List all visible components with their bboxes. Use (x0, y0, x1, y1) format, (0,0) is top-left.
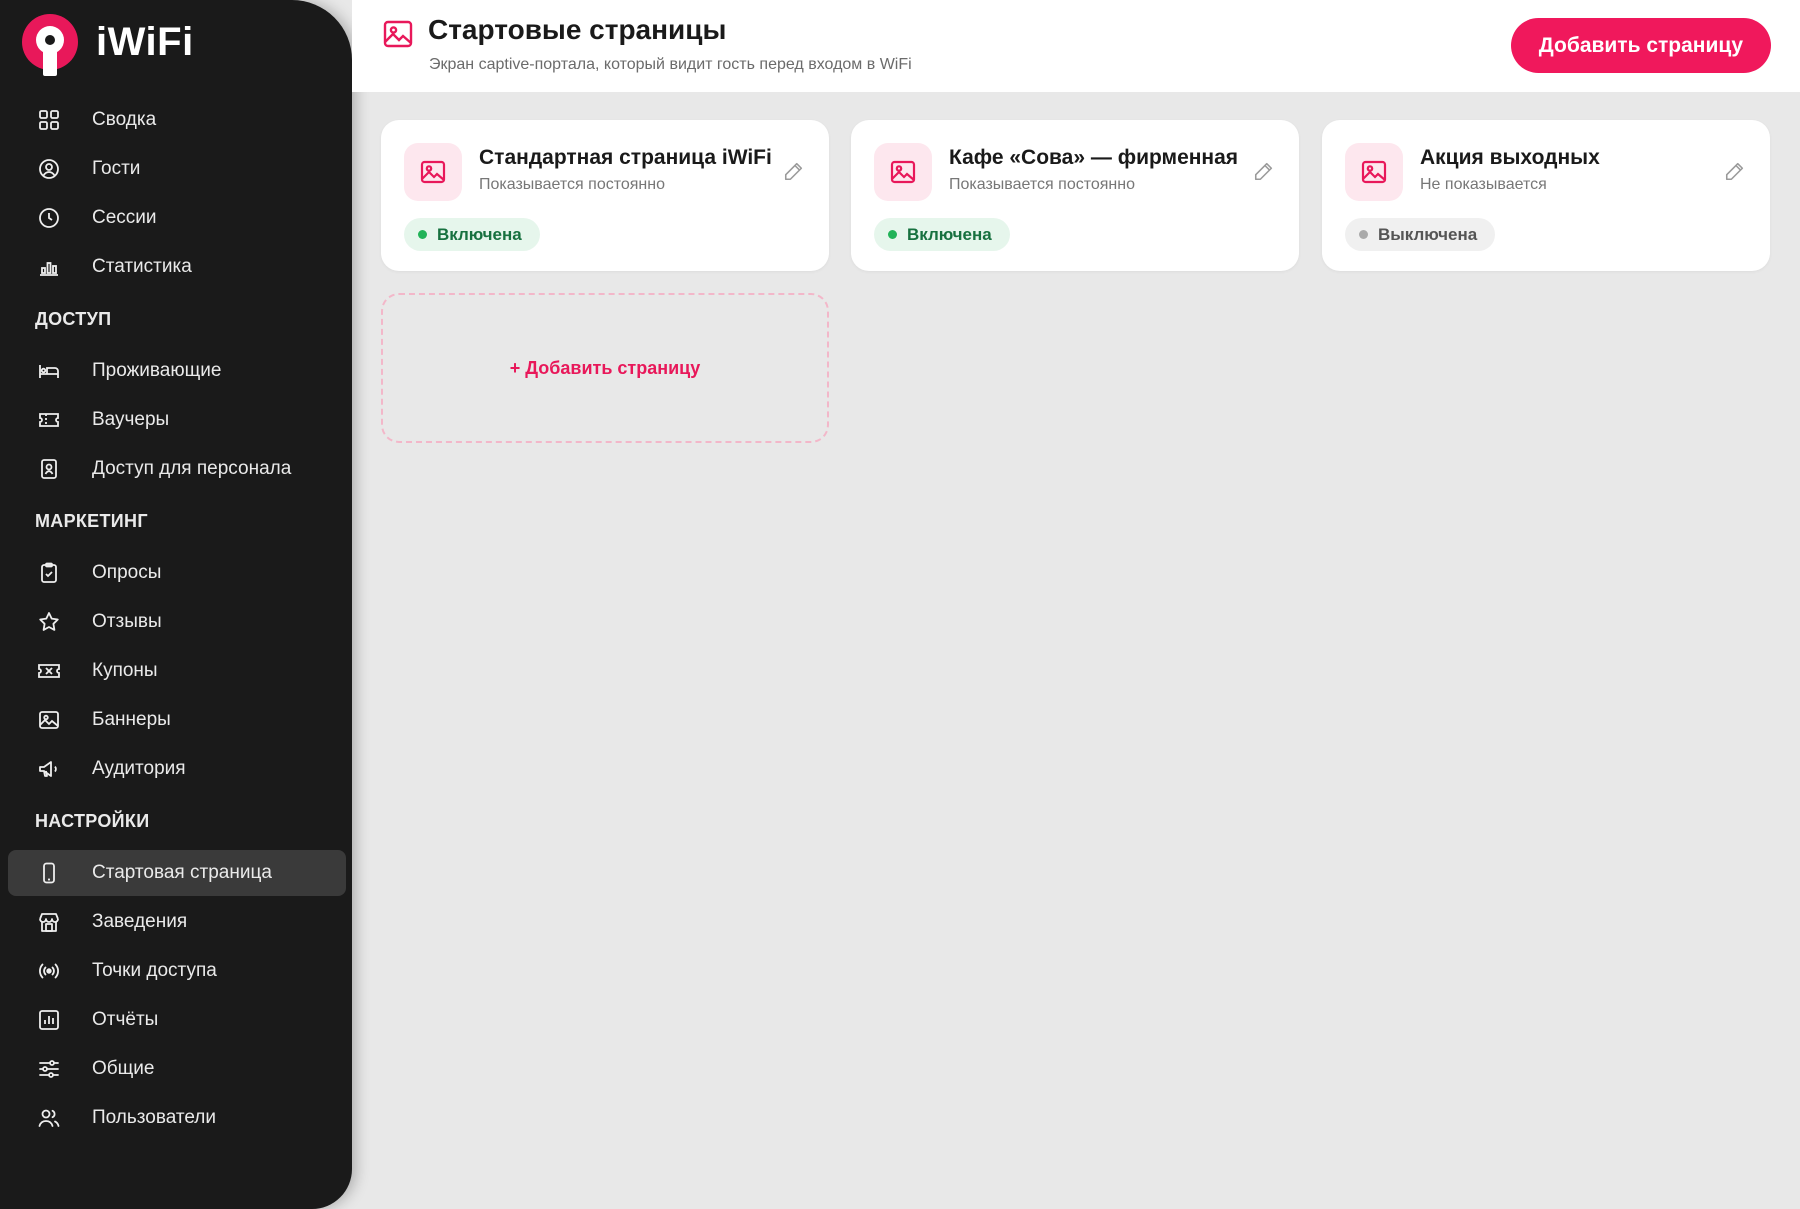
start-page-card[interactable]: Акция выходных Не показывается Выключена (1322, 120, 1770, 271)
broadcast-icon (36, 958, 62, 984)
sidebar-item-label: Доступ для персонала (92, 458, 292, 479)
sidebar-item-coupons[interactable]: Купоны (8, 648, 346, 694)
sidebar-item-vouchers[interactable]: Ваучеры (8, 397, 346, 443)
status-label: Выключена (1378, 224, 1478, 244)
users-icon (36, 1105, 62, 1131)
sidebar-item-surveys[interactable]: Опросы (8, 550, 346, 596)
image-icon (404, 143, 462, 201)
sidebar-item-banners[interactable]: Баннеры (8, 697, 346, 743)
status-dot (888, 230, 897, 239)
sidebar-item-label: Статистика (92, 256, 192, 277)
status-badge: Включена (874, 218, 1010, 251)
sidebar-item-reviews[interactable]: Отзывы (8, 599, 346, 645)
card-title: Кафе «Сова» — фирменная (949, 146, 1239, 169)
sidebar-item-summary[interactable]: Сводка (8, 97, 346, 143)
card-description: Показывается постоянно (479, 176, 665, 193)
section-title-marketing: МАРКЕТИНГ (35, 510, 148, 531)
sidebar-nav: Сводка Гости Сессии Статистика ДОСТУП Пр… (0, 94, 352, 1144)
logo-text: iWiFi (96, 19, 194, 64)
sidebar-item-label: Отчёты (92, 1009, 159, 1030)
sidebar-item-label: Точки доступа (92, 960, 217, 981)
sidebar-item-reports[interactable]: Отчёты (8, 997, 346, 1043)
sidebar-item-staff-access[interactable]: Доступ для персонала (8, 446, 346, 492)
status-label: Включена (437, 224, 522, 244)
sidebar-item-label: Общие (92, 1058, 155, 1079)
status-dot (418, 230, 427, 239)
pencil-icon[interactable] (1724, 160, 1746, 182)
badge-icon (36, 456, 62, 482)
pencil-icon[interactable] (783, 160, 805, 182)
sidebar-item-label: Отзывы (92, 611, 162, 632)
sidebar-item-label: Ваучеры (92, 409, 170, 430)
logo[interactable]: iWiFi (22, 14, 194, 76)
bar-chart-icon (36, 254, 62, 280)
sidebar-item-start-page[interactable]: Стартовая страница (8, 850, 346, 896)
sidebar: iWiFi Сводка Гости Сессии Статистика ДОС… (0, 0, 352, 1209)
sidebar-item-label: Заведения (92, 911, 188, 932)
sidebar-item-label: Аудитория (92, 758, 186, 779)
start-page-card[interactable]: Стандартная страница iWiFi Показывается … (381, 120, 829, 271)
sidebar-item-label: Баннеры (92, 709, 171, 730)
sidebar-item-audience[interactable]: Аудитория (8, 746, 346, 792)
sidebar-item-label: Сессии (92, 207, 157, 228)
status-badge: Выключена (1345, 218, 1496, 251)
pencil-icon[interactable] (1253, 160, 1275, 182)
megaphone-icon (36, 756, 62, 782)
status-label: Включена (907, 224, 992, 244)
sidebar-item-general[interactable]: Общие (8, 1046, 346, 1092)
dashboard-icon (36, 107, 62, 133)
sidebar-item-label: Проживающие (92, 360, 222, 381)
star-icon (36, 609, 62, 635)
add-page-card[interactable]: + Добавить страницу (381, 293, 829, 443)
sidebar-item-venues[interactable]: Заведения (8, 899, 346, 945)
sidebar-item-label: Купоны (92, 660, 158, 681)
sidebar-item-label: Стартовая страница (92, 862, 272, 883)
sidebar-item-users[interactable]: Пользователи (8, 1095, 346, 1141)
card-title: Стандартная страница iWiFi (479, 146, 772, 169)
user-circle-icon (36, 156, 62, 182)
status-dot (1359, 230, 1368, 239)
status-badge: Включена (404, 218, 540, 251)
ticket-icon (36, 407, 62, 433)
image-icon (382, 18, 414, 50)
phone-icon (36, 860, 62, 886)
card-title: Акция выходных (1420, 146, 1600, 169)
sidebar-item-sessions[interactable]: Сессии (8, 195, 346, 241)
sidebar-item-residents[interactable]: Проживающие (8, 348, 346, 394)
sidebar-item-guests[interactable]: Гости (8, 146, 346, 192)
add-page-button[interactable]: Добавить страницу (1510, 18, 1771, 73)
image-icon (1345, 143, 1403, 201)
sidebar-item-label: Сводка (92, 109, 157, 130)
coupon-icon (36, 658, 62, 684)
logo-icon (22, 14, 78, 76)
sidebar-item-statistics[interactable]: Статистика (8, 244, 346, 290)
page-header: Стартовые страницы Экран captive-портала… (352, 0, 1800, 92)
card-description: Показывается постоянно (949, 176, 1135, 193)
store-icon (36, 909, 62, 935)
sidebar-item-label: Опросы (92, 562, 162, 583)
sidebar-item-access-points[interactable]: Точки доступа (8, 948, 346, 994)
clock-icon (36, 205, 62, 231)
section-title-settings: НАСТРОЙКИ (35, 810, 150, 831)
page-subtitle: Экран captive-портала, который видит гос… (429, 56, 912, 73)
section-title-access: ДОСТУП (35, 308, 112, 329)
image-icon (874, 143, 932, 201)
sliders-icon (36, 1056, 62, 1082)
card-description: Не показывается (1420, 176, 1547, 193)
bed-icon (36, 358, 62, 384)
page-title: Стартовые страницы (428, 14, 727, 45)
sidebar-item-label: Пользователи (92, 1107, 217, 1128)
clipboard-check-icon (36, 560, 62, 586)
sidebar-item-label: Гости (92, 158, 141, 179)
start-page-card[interactable]: Кафе «Сова» — фирменная Показывается пос… (851, 120, 1299, 271)
report-icon (36, 1007, 62, 1033)
image-icon (36, 707, 62, 733)
